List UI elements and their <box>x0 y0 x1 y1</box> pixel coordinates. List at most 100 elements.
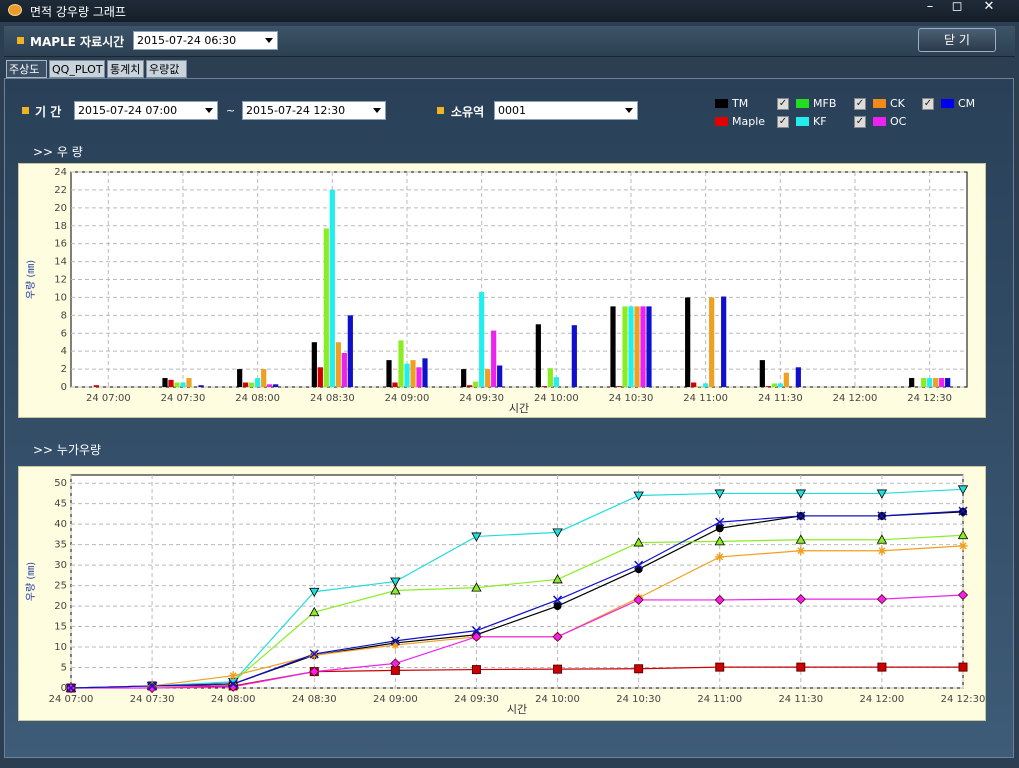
maple-time-value: 2015-07-24 06:30 <box>137 34 237 47</box>
bar-tm <box>461 369 467 387</box>
bar-ck <box>783 372 789 387</box>
y-tick-label: 0 <box>61 683 67 694</box>
bar-tm <box>535 324 541 387</box>
bar-kf <box>329 189 335 387</box>
y-tick-label: 45 <box>54 499 67 510</box>
legend-label-ck: CK <box>890 97 905 110</box>
basin-select[interactable]: 0001 <box>494 101 638 120</box>
maple-time-select[interactable]: 2015-07-24 06:30 <box>133 31 278 50</box>
x-tick-label: 24 07:30 <box>161 393 206 404</box>
bar-mfb <box>921 378 927 387</box>
toolbar: MAPLE 자료시간 2015-07-24 06:30 닫 기 <box>4 26 1015 57</box>
close-window-button[interactable]: ✕ <box>977 0 1001 16</box>
bar-mfb <box>473 381 479 387</box>
y-tick-label: 16 <box>54 239 67 250</box>
bar-mfb <box>398 340 404 387</box>
y-tick-label: 4 <box>61 346 67 357</box>
bar-ck <box>261 369 267 387</box>
marker-tm <box>553 602 562 611</box>
maple-time-label: MAPLE 자료시간 <box>30 35 125 49</box>
x-tick-label: 24 11:00 <box>683 393 728 404</box>
marker-maple <box>796 662 806 672</box>
bar-kf <box>255 378 261 387</box>
bar-cm <box>273 384 279 387</box>
y-tick-label: 40 <box>54 519 67 530</box>
bullet-icon <box>22 107 29 114</box>
checkbox-mfb[interactable]: ✓ <box>777 98 789 110</box>
y-tick-label: 22 <box>54 185 67 196</box>
bar-tm <box>610 306 616 387</box>
bar-maple <box>392 382 398 387</box>
x-tick-label: 24 10:30 <box>609 393 654 404</box>
x-tick-label: 24 08:30 <box>292 694 337 705</box>
marker-maple <box>715 662 725 672</box>
bar-ck <box>933 378 939 387</box>
bar-maple <box>243 382 249 387</box>
marker-maple <box>471 665 481 675</box>
y-tick-label: 20 <box>54 601 67 612</box>
marker-maple <box>634 664 644 674</box>
legend-label-tm: TM <box>732 97 749 110</box>
bar-oc <box>416 367 422 387</box>
end-date-select[interactable]: 2015-07-24 12:30 <box>242 101 386 120</box>
marker-maple <box>877 662 887 672</box>
y-axis-label: 우량 (㎜) <box>25 260 37 299</box>
x-axis-label: 시간 <box>507 703 527 716</box>
bar-maple <box>765 386 771 387</box>
bar-kf <box>703 383 709 387</box>
start-date-select[interactable]: 2015-07-24 07:00 <box>74 101 218 120</box>
bar-ck <box>410 360 416 387</box>
period-label: 기 간 <box>35 105 62 119</box>
bar-ck <box>485 369 491 387</box>
x-tick-label: 24 10:00 <box>535 694 580 705</box>
bar-oc <box>267 384 273 387</box>
bar-oc <box>939 378 945 387</box>
x-tick-label: 24 10:30 <box>616 694 661 705</box>
bar-oc <box>341 352 347 387</box>
checkbox-cm[interactable]: ✓ <box>922 98 934 110</box>
tab-qq-plot[interactable]: QQ_PLOT <box>49 60 105 78</box>
basin-value: 0001 <box>498 104 526 117</box>
legend-label-maple: Maple <box>732 115 766 128</box>
checkbox-kf[interactable]: ✓ <box>777 116 789 128</box>
tab-rain-values[interactable]: 우량값 <box>146 60 187 78</box>
y-tick-label: 12 <box>54 275 67 286</box>
bar-cm <box>945 378 951 387</box>
tab-histogram[interactable]: 주상도 <box>6 60 47 78</box>
bar-tm <box>162 378 168 387</box>
legend-swatch-tm <box>715 99 728 108</box>
bar-kf <box>180 382 186 387</box>
bar-kf <box>479 292 485 387</box>
cumulative-section-title: >> 누가우량 <box>33 443 102 457</box>
checkbox-ck[interactable]: ✓ <box>854 98 866 110</box>
legend-swatch-cm <box>941 99 954 108</box>
y-tick-label: 14 <box>54 257 67 268</box>
tab-statistics[interactable]: 통계치 <box>107 60 144 78</box>
bar-cm <box>497 365 503 387</box>
y-tick-label: 35 <box>54 540 67 551</box>
close-button[interactable]: 닫 기 <box>918 28 996 52</box>
bar-tm <box>909 378 915 387</box>
y-tick-label: 5 <box>61 663 67 674</box>
bar-ck <box>186 378 192 387</box>
bar-cm <box>795 367 801 387</box>
bar-maple <box>168 379 174 387</box>
checkbox-oc[interactable]: ✓ <box>854 116 866 128</box>
maximize-button[interactable]: ◻ <box>945 0 969 16</box>
basin-label: 소유역 <box>451 105 485 119</box>
y-tick-label: 8 <box>61 310 67 321</box>
bar-cm <box>721 296 727 387</box>
bar-mfb <box>771 383 777 387</box>
chevron-down-icon <box>625 108 633 113</box>
bar-tm <box>386 360 392 387</box>
bullet-icon <box>437 107 444 114</box>
legend-label-oc: OC <box>890 115 907 128</box>
minimize-button[interactable]: – <box>918 0 942 16</box>
x-tick-label: 24 11:30 <box>778 694 823 705</box>
bar-ck <box>335 342 341 387</box>
end-date-value: 2015-07-24 12:30 <box>246 104 346 117</box>
legend-swatch-maple <box>715 117 728 126</box>
chevron-down-icon <box>265 38 273 43</box>
legend-label-kf: KF <box>813 115 827 128</box>
title-bar: 면적 강우량 그래프 – ◻ ✕ <box>0 0 1019 22</box>
